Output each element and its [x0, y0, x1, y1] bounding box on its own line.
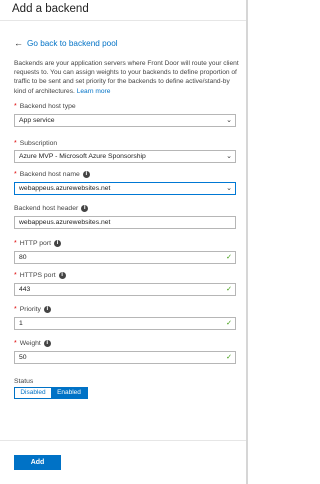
host-name-label: * Backend host name i	[14, 171, 90, 178]
footer-divider	[0, 440, 248, 441]
http-port-label-text: HTTP port	[19, 240, 51, 247]
https-port-value: 443	[19, 286, 31, 293]
https-port-label: * HTTPS port i	[14, 272, 66, 279]
http-port-label: * HTTP port i	[14, 240, 61, 247]
host-name-select[interactable]: webappeus.azurewebsites.net ⌄	[14, 182, 236, 195]
chevron-down-icon: ⌄	[226, 184, 232, 192]
learn-more-link[interactable]: Learn more	[77, 88, 111, 95]
chevron-down-icon: ⌄	[226, 116, 232, 124]
http-port-value: 80	[19, 254, 27, 261]
weight-value: 50	[19, 354, 27, 361]
required-marker: *	[14, 103, 17, 110]
subscription-label: * Subscription	[14, 140, 57, 147]
required-marker: *	[14, 140, 17, 147]
host-header-input[interactable]: webappeus.azurewebsites.net	[14, 216, 236, 229]
add-button[interactable]: Add	[14, 455, 61, 470]
weight-input[interactable]: 50 ✓	[14, 351, 236, 364]
info-icon: i	[43, 340, 51, 347]
info-icon: i	[43, 306, 51, 313]
weight-label: * Weight i	[14, 340, 51, 347]
info-icon: i	[58, 272, 66, 279]
description: Backends are your application servers wh…	[14, 59, 240, 96]
subscription-value: Azure MVP - Microsoft Azure Sponsorship	[19, 153, 146, 160]
host-type-label: * Backend host type	[14, 103, 76, 110]
required-marker: *	[14, 171, 17, 178]
status-label: Status	[14, 378, 34, 385]
required-marker: *	[14, 340, 17, 347]
check-icon: ✓	[226, 353, 232, 361]
https-port-input[interactable]: 443 ✓	[14, 283, 236, 296]
required-marker: *	[14, 240, 17, 247]
check-icon: ✓	[226, 319, 232, 327]
info-icon: i	[82, 171, 90, 178]
https-port-label-text: HTTPS port	[19, 272, 56, 279]
priority-label: * Priority i	[14, 306, 51, 313]
status-disabled-option[interactable]: Disabled	[15, 388, 51, 398]
subscription-select[interactable]: Azure MVP - Microsoft Azure Sponsorship …	[14, 150, 236, 163]
http-port-input[interactable]: 80 ✓	[14, 251, 236, 264]
blade-header: Add a backend	[0, 0, 248, 21]
status-toggle[interactable]: Disabled Enabled	[14, 387, 88, 399]
scrollbar-edge	[246, 0, 248, 484]
priority-value: 1	[19, 320, 23, 327]
host-type-select[interactable]: App service ⌄	[14, 114, 236, 127]
info-icon: i	[81, 205, 89, 212]
required-marker: *	[14, 306, 17, 313]
back-to-pool-link[interactable]: ← Go back to backend pool	[14, 38, 118, 48]
host-type-label-text: Backend host type	[19, 103, 76, 110]
required-marker: *	[14, 272, 17, 279]
description-text: Backends are your application servers wh…	[14, 60, 239, 95]
host-header-label-text: Backend host header	[14, 205, 79, 212]
priority-label-text: Priority	[19, 306, 41, 313]
weight-label-text: Weight	[19, 340, 41, 347]
page-title: Add a backend	[12, 3, 89, 15]
host-type-value: App service	[19, 117, 55, 124]
check-icon: ✓	[226, 253, 232, 261]
host-header-label: Backend host header i	[14, 205, 89, 212]
host-header-value: webappeus.azurewebsites.net	[19, 219, 111, 226]
arrow-left-icon: ←	[14, 38, 23, 48]
back-link-label: Go back to backend pool	[27, 38, 118, 48]
host-name-value: webappeus.azurewebsites.net	[19, 185, 111, 192]
subscription-label-text: Subscription	[19, 140, 58, 147]
chevron-down-icon: ⌄	[226, 152, 232, 160]
info-icon: i	[53, 240, 61, 247]
host-name-label-text: Backend host name	[19, 171, 80, 178]
status-enabled-option[interactable]: Enabled	[51, 388, 87, 398]
priority-input[interactable]: 1 ✓	[14, 317, 236, 330]
check-icon: ✓	[226, 285, 232, 293]
